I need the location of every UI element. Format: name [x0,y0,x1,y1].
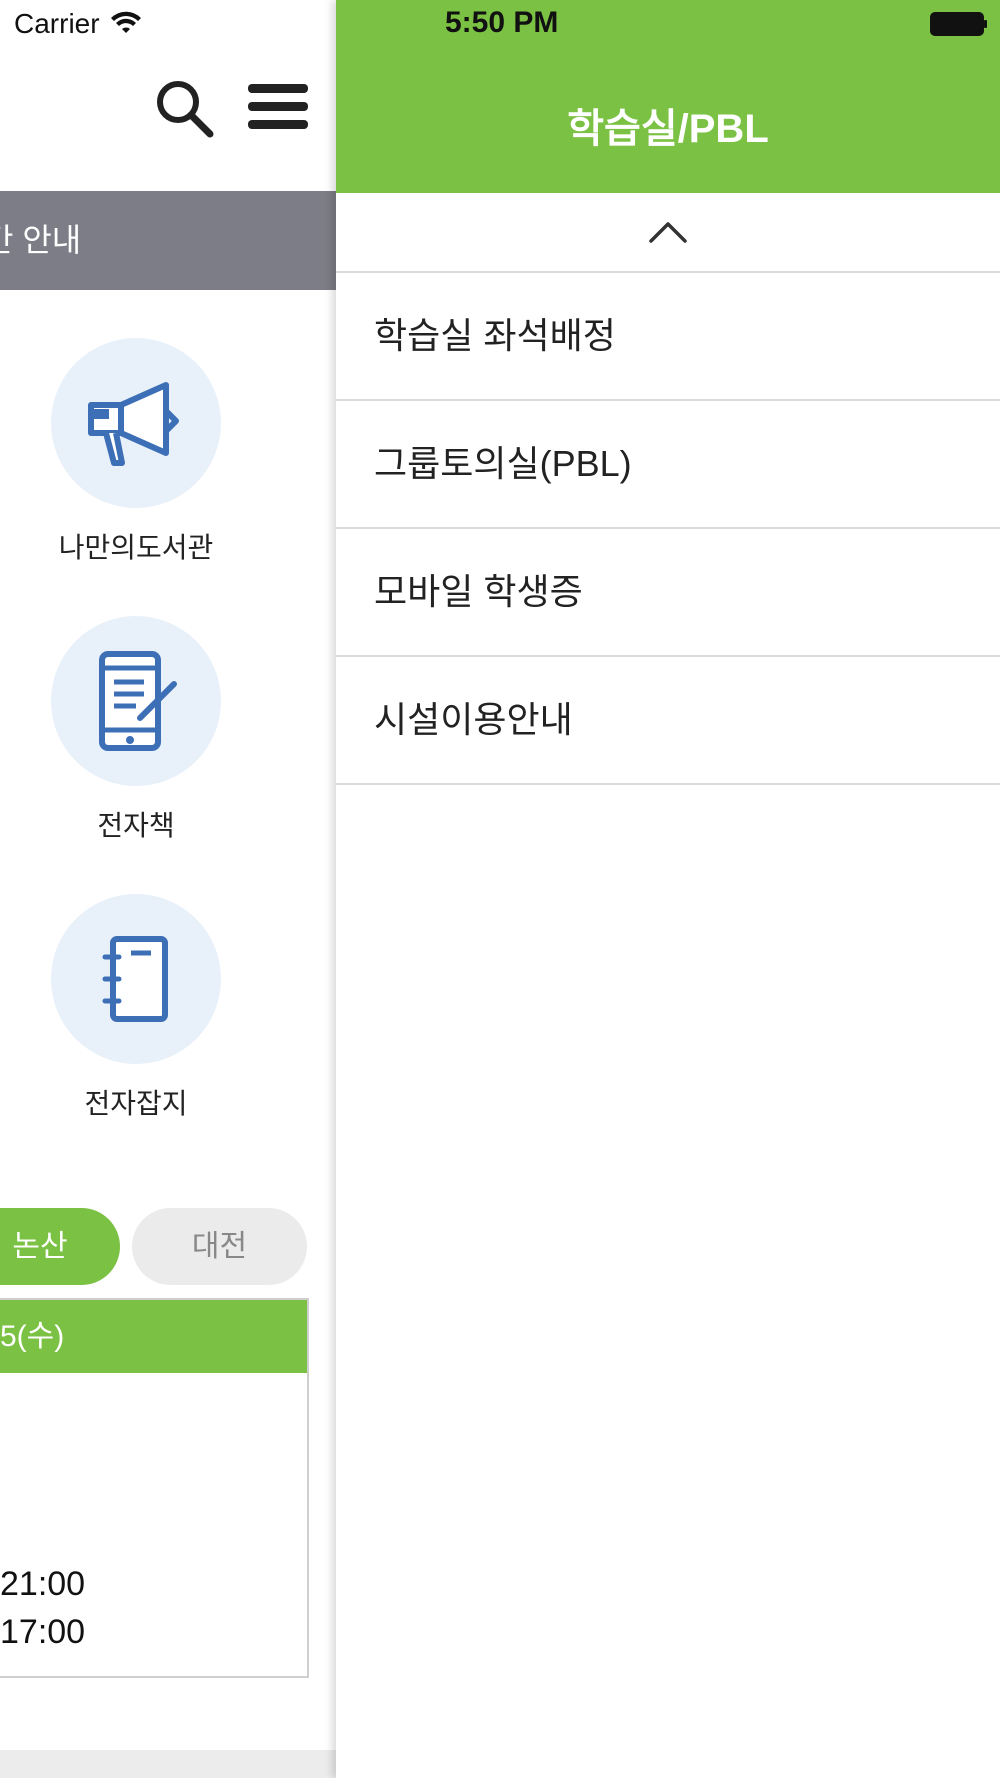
menu-item-facility-guide[interactable]: 시설이용안내 [336,657,1000,785]
drawer-title: 학습실/PBL [567,107,769,151]
menu-icon-bar [248,84,308,93]
wifi-icon [110,11,141,33]
campus-tab-nonsan[interactable]: 논산 [0,1208,120,1285]
campus-tab-label: 대전 [191,1230,248,1263]
status-bar-time: 5:50 PM [445,6,559,39]
quick-link-circle [51,616,221,786]
search-icon [157,81,214,138]
quick-link-circle [51,338,221,508]
battery-icon [930,12,987,36]
search-button[interactable] [154,78,216,140]
opening-hours-panel: 5(수) 21:00 17:00 [0,1298,309,1678]
carrier-label: Carrier [14,8,100,39]
hours-line: 17:00 [0,1613,86,1651]
quick-link-label: 전자잡지 [84,1088,188,1119]
quick-link-label: 나만의도서관 [58,532,214,563]
quick-link-circle [51,894,221,1064]
campus-tab-daejeon[interactable]: 대전 [132,1208,307,1285]
menu-item-seat-assignment[interactable]: 학습실 좌석배정 [336,273,1000,401]
quick-link-emagazine[interactable]: 전자잡지 [51,894,221,1122]
chevron-up-icon [649,222,687,243]
menu-icon-bar [248,102,308,111]
drawer-menu-list: 학습실 좌석배정 그룹토의실(PBL) 모바일 학생증 시설이용안내 [336,273,1000,785]
hours-date-header: 5(수) [0,1300,307,1373]
hours-line: 21:00 [0,1565,86,1603]
megaphone-icon [88,382,179,466]
menu-item-mobile-student-id[interactable]: 모바일 학생증 [336,529,1000,657]
quick-link-label: 전자책 [97,810,175,841]
menu-icon-bar [248,120,308,129]
main-page: Carrier 간 안내 나만의도서관 [0,0,336,1778]
quick-link-ebook[interactable]: 전자책 [51,616,221,844]
drawer-header: 5:50 PM 학습실/PBL [336,0,1000,193]
notice-bar[interactable]: 간 안내 [0,191,336,290]
side-drawer: 5:50 PM 학습실/PBL 학습실 좌석배정 그룹토의실(PBL) 모바일 … [336,0,1000,1778]
hamburger-menu-button[interactable] [248,84,308,134]
quick-link-my-library[interactable]: 나만의도서관 [51,338,221,566]
notice-bar-label: 간 안내 [0,222,82,258]
ebook-tablet-icon [99,651,177,751]
bottom-strip [0,1750,336,1778]
campus-tab-label: 논산 [12,1230,68,1263]
collapse-button[interactable] [336,193,1000,273]
notebook-icon [102,936,168,1022]
status-bar-carrier: Carrier [14,8,142,40]
menu-item-group-room-pbl[interactable]: 그룹토의실(PBL) [336,401,1000,529]
